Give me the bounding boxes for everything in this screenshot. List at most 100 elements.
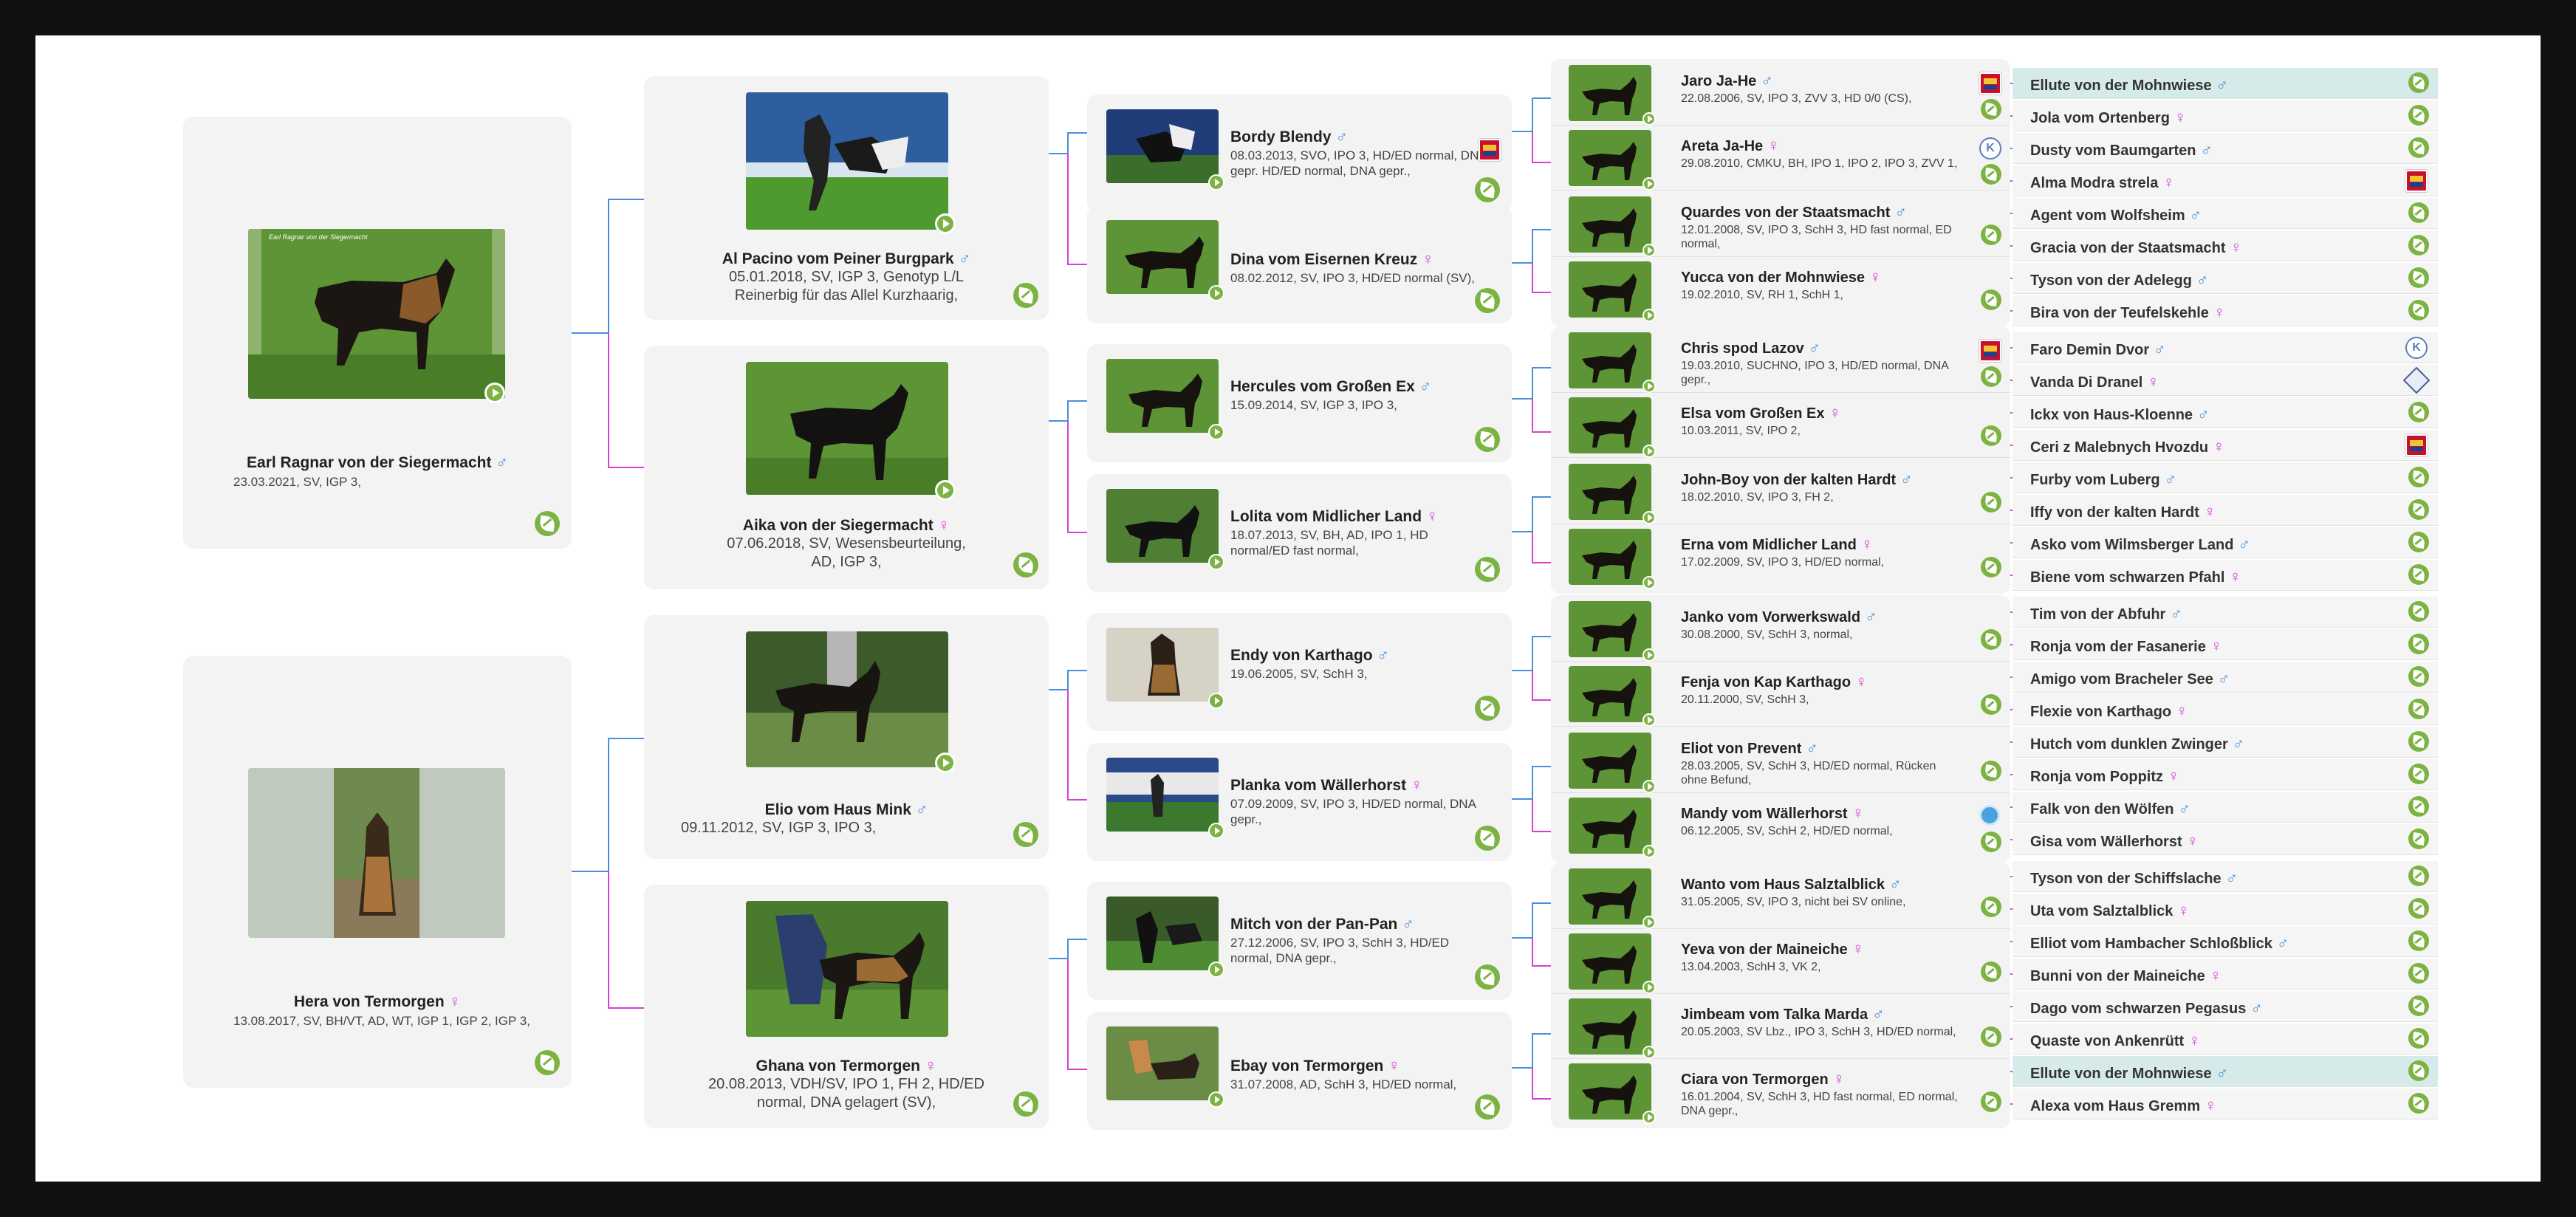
- play-video-icon[interactable]: [1208, 174, 1224, 191]
- gen5-row[interactable]: Quaste von Ankenrütt ♀: [2012, 1024, 2438, 1055]
- gen4-row[interactable]: Wanto vom Haus Salztalblick ♂ 31.05.2005,…: [1551, 864, 2010, 929]
- gen5-row[interactable]: Biene vom schwarzen Pfahl ♀: [2012, 560, 2438, 591]
- gen5-row[interactable]: Faro Demin Dvor ♂ K: [2012, 332, 2438, 363]
- dog-name[interactable]: Areta Ja-He ♀: [1681, 136, 1780, 155]
- gen5-row[interactable]: Ronja vom Poppitz ♀: [2012, 759, 2438, 790]
- gen4-row[interactable]: Yucca von der Mohnwiese ♀ 19.02.2010, SV,…: [1551, 257, 2010, 322]
- dog-name[interactable]: Aika von der Siegermacht ♀: [644, 515, 1049, 535]
- leaf-icon[interactable]: [2408, 601, 2429, 622]
- leaf-icon[interactable]: [1981, 557, 2001, 577]
- dog-name[interactable]: Ellute von der Mohnwiese ♂: [2030, 1063, 2228, 1083]
- dog-name[interactable]: Ickx von Haus-Kloenne ♂: [2030, 405, 2210, 424]
- play-video-icon[interactable]: [1208, 823, 1224, 839]
- dog-name[interactable]: Bira von der Teufelskehle ♀: [2030, 303, 2225, 322]
- leaf-icon[interactable]: [535, 511, 560, 536]
- dog-name[interactable]: Jaro Ja-He ♂: [1681, 71, 1773, 90]
- dog-name[interactable]: Biene vom schwarzen Pfahl ♀: [2030, 567, 2241, 586]
- gen5-row[interactable]: Flexie von Karthago ♀: [2012, 694, 2438, 725]
- leaf-icon[interactable]: [1981, 694, 2001, 715]
- gen4-row[interactable]: Ciara von Termorgen ♀ 16.01.2004, SV, Sch…: [1551, 1059, 2010, 1124]
- gen3-card[interactable]: Hercules vom Großen Ex ♂ 15.09.2014, SV, …: [1087, 344, 1512, 462]
- dog-name[interactable]: Yucca von der Mohnwiese ♀: [1681, 267, 1881, 287]
- leaf-icon[interactable]: [2408, 764, 2429, 784]
- leaf-icon[interactable]: [1981, 1026, 2001, 1047]
- leaf-icon[interactable]: [1475, 826, 1500, 851]
- gen5-row[interactable]: Tim von der Abfuhr ♂: [2012, 597, 2438, 628]
- leaf-icon[interactable]: [2408, 995, 2429, 1016]
- dog-photo[interactable]: [1106, 489, 1219, 563]
- gen4-row[interactable]: Areta Ja-He ♀ 29.08.2010, CMKU, BH, IPO 1…: [1551, 126, 2010, 191]
- gen2-card[interactable]: Aika von der Siegermacht ♀ 07.06.2018, SV…: [644, 346, 1049, 589]
- dog-name[interactable]: Gracia von der Staatsmacht ♀: [2030, 238, 2242, 257]
- dog-name[interactable]: Jola vom Ortenberg ♀: [2030, 108, 2186, 127]
- leaf-icon[interactable]: [2408, 796, 2429, 817]
- gen2-card[interactable]: Al Pacino vom Peiner Burgpark ♂ 05.01.201…: [644, 76, 1049, 320]
- leaf-icon[interactable]: [2408, 267, 2429, 288]
- play-video-icon[interactable]: [1642, 648, 1656, 662]
- dog-photo[interactable]: Earl Ragnar von der Siegermacht: [248, 229, 505, 399]
- dog-name[interactable]: Tyson von der Adelegg ♂: [2030, 270, 2208, 289]
- play-video-icon[interactable]: [1642, 112, 1656, 126]
- gen5-row[interactable]: Bira von der Teufelskehle ♀: [2012, 295, 2438, 326]
- gen4-row[interactable]: Jimbeam vom Talka Marda ♂ 20.05.2003, SV …: [1551, 994, 2010, 1059]
- leaf-icon[interactable]: [2408, 402, 2429, 422]
- gen5-row[interactable]: Agent vom Wolfsheim ♂: [2012, 198, 2438, 229]
- dog-photo[interactable]: [1569, 332, 1651, 388]
- gen4-row[interactable]: Elsa vom Großen Ex ♀ 10.03.2011, SV, IPO …: [1551, 393, 2010, 458]
- dog-photo[interactable]: [1569, 998, 1651, 1055]
- play-video-icon[interactable]: [1642, 713, 1656, 727]
- leaf-icon[interactable]: [1013, 283, 1038, 308]
- dog-name[interactable]: John-Boy von der kalten Hardt ♂: [1681, 470, 1913, 489]
- dog-name[interactable]: Asko vom Wilmsberger Land ♂: [2030, 535, 2250, 554]
- play-video-icon[interactable]: [1208, 693, 1224, 709]
- dog-photo[interactable]: [1569, 798, 1651, 854]
- dog-photo[interactable]: [1106, 109, 1219, 183]
- dog-name[interactable]: Hercules vom Großen Ex ♂: [1230, 377, 1431, 396]
- dog-name[interactable]: Agent vom Wolfsheim ♂: [2030, 205, 2202, 224]
- dog-photo[interactable]: [1106, 758, 1219, 832]
- dog-name[interactable]: Elio vom Haus Mink ♂: [644, 800, 1049, 819]
- dog-name[interactable]: Earl Ragnar von der Siegermacht ♂: [183, 453, 572, 472]
- play-video-icon[interactable]: [935, 213, 956, 234]
- dog-name[interactable]: Erna vom Midlicher Land ♀: [1681, 535, 1873, 554]
- play-video-icon[interactable]: [1642, 981, 1656, 994]
- leaf-icon[interactable]: [1475, 696, 1500, 721]
- gen4-row[interactable]: Chris spod Lazov ♂ 19.03.2010, SUCHNO, IP…: [1551, 328, 2010, 393]
- leaf-icon[interactable]: [1475, 557, 1500, 582]
- leaf-icon[interactable]: [1981, 832, 2001, 852]
- gen5-row[interactable]: Dusty vom Baumgarten ♂: [2012, 133, 2438, 164]
- leaf-icon[interactable]: [2408, 1060, 2429, 1081]
- gen5-row[interactable]: Falk von den Wölfen ♂: [2012, 792, 2438, 823]
- leaf-icon[interactable]: [2408, 634, 2429, 654]
- play-video-icon[interactable]: [935, 480, 956, 501]
- leaf-icon[interactable]: [1981, 629, 2001, 650]
- leaf-icon[interactable]: [1013, 1091, 1038, 1117]
- gen2-card[interactable]: Ghana von Termorgen ♀ 20.08.2013, VDH/SV,…: [644, 885, 1049, 1128]
- gen5-row[interactable]: Jola vom Ortenberg ♀: [2012, 100, 2438, 131]
- dog-name[interactable]: Ellute von der Mohnwiese ♂: [2030, 75, 2228, 95]
- dog-name[interactable]: Al Pacino vom Peiner Burgpark ♂: [644, 249, 1049, 268]
- leaf-icon[interactable]: [2408, 666, 2429, 687]
- gen5-row[interactable]: Ellute von der Mohnwiese ♂: [2012, 1056, 2438, 1087]
- gen5-row[interactable]: Gisa vom Wällerhorst ♀: [2012, 824, 2438, 855]
- gen5-row[interactable]: Ceri z Malebnych Hvozdu ♀: [2012, 430, 2438, 461]
- gen5-row[interactable]: Iffy von der kalten Hardt ♀: [2012, 495, 2438, 526]
- play-video-icon[interactable]: [1642, 576, 1656, 589]
- dog-name[interactable]: Faro Demin Dvor ♂: [2030, 340, 2166, 359]
- dog-name[interactable]: Gisa vom Wällerhorst ♀: [2030, 832, 2199, 851]
- leaf-icon[interactable]: [2408, 137, 2429, 158]
- leaf-icon[interactable]: [1013, 822, 1038, 847]
- dog-name[interactable]: Ebay von Termorgen ♀: [1230, 1056, 1400, 1075]
- leaf-icon[interactable]: [1475, 964, 1500, 990]
- dog-name[interactable]: Flexie von Karthago ♀: [2030, 702, 2188, 721]
- leaf-icon[interactable]: [2408, 699, 2429, 719]
- leaf-icon[interactable]: [535, 1050, 560, 1075]
- leaf-icon[interactable]: [1981, 289, 2001, 310]
- dog-photo[interactable]: [1569, 933, 1651, 990]
- gen5-row[interactable]: Uta vom Salztalblick ♀: [2012, 894, 2438, 925]
- gen4-row[interactable]: Jaro Ja-He ♂ 22.08.2006, SV, IPO 3, ZVV 3…: [1551, 61, 2010, 126]
- play-video-icon[interactable]: [1208, 424, 1224, 440]
- dog-name[interactable]: Alma Modra strela ♀: [2030, 173, 2175, 192]
- dog-photo[interactable]: [1569, 397, 1651, 453]
- leaf-icon[interactable]: [2408, 829, 2429, 849]
